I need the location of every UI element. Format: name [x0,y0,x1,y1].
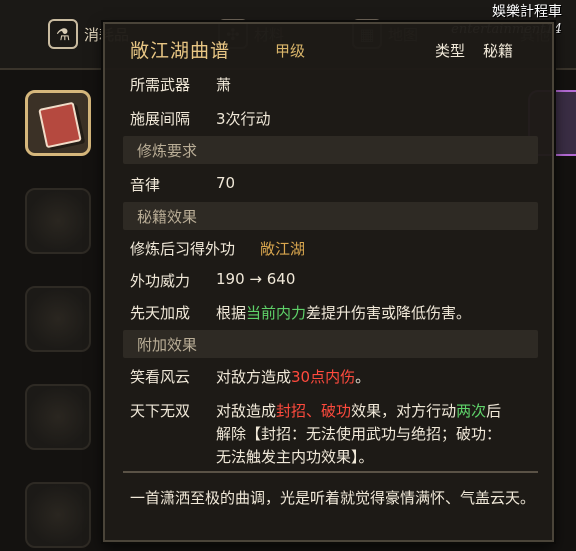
potion-icon: ⚗ [48,19,78,49]
divider [123,471,538,473]
effect2-text: 对敌造成封招、破功效果，对方行动两次后解除【封招：无法使用武功与绝招；破功：无法… [216,400,511,469]
learn-skill-label: 修炼后习得外功 [130,240,236,258]
innate-text-post: 差提升伤害或降低伤害。 [306,304,472,322]
power-label: 外功威力 [130,272,191,290]
innate-text-highlight: 当前内力 [246,304,307,322]
effect2-text-mid: 效果，对方行动 [351,402,457,420]
effect1-text-pre: 对敌方造成 [216,368,292,386]
item-description: 一首潇洒至极的曲调，光是听着就觉得豪情满怀、气盖云天。 [130,489,536,507]
effect2-highlight-turns: 两次 [456,402,487,420]
inventory-slot-selected[interactable] [25,90,91,156]
effect2-highlight-break: 破功 [321,402,352,420]
effect2-separator: 、 [306,402,322,420]
effect1-text-highlight: 30点内伤 [291,368,356,386]
inventory-slot[interactable] [25,384,91,450]
scroll-book-icon [38,101,82,149]
item-tooltip: 敞江湖曲谱 甲级 类型 秘籍 所需武器 萧 施展间隔 3次行动 修炼要求 音律 … [103,22,554,542]
interval-value: 3次行动 [216,110,271,128]
innate-bonus-text: 根据当前内力差提升伤害或降低伤害。 [216,302,471,323]
item-grade: 甲级 [275,42,306,60]
innate-bonus-label: 先天加成 [130,304,191,322]
effect2-highlight-seal: 封招 [276,402,307,420]
effect1-label: 笑看风云 [130,368,191,386]
inventory-slot[interactable] [25,482,91,548]
innate-text-pre: 根据 [216,304,247,322]
effect2-label: 天下无双 [130,402,191,420]
rhythm-label: 音律 [130,176,161,194]
item-type-value: 秘籍 [483,42,514,60]
section-extra-effects: 附加效果 [123,330,538,358]
section-effects: 秘籍效果 [123,202,538,230]
item-title: 敞江湖曲谱 [130,40,231,62]
section-requirements: 修炼要求 [123,136,538,164]
section-title: 修炼要求 [137,142,198,160]
rhythm-value: 70 [216,174,236,192]
section-title: 秘籍效果 [137,208,198,226]
item-type-label: 类型 [435,42,466,60]
power-value: 190 → 640 [216,270,296,288]
inventory-slot[interactable] [25,188,91,254]
interval-label: 施展间隔 [130,110,191,128]
weapon-value: 萧 [216,76,232,94]
inventory-slot[interactable] [25,286,91,352]
effect1-text-post: 。 [355,368,371,386]
section-title: 附加效果 [137,336,198,354]
watermark-line1: 娛樂計程車 [492,4,562,20]
effect2-text-pre: 对敌造成 [216,402,277,420]
effect1-text: 对敌方造成30点内伤。 [216,366,370,387]
weapon-label: 所需武器 [130,76,191,94]
learn-skill-value: 敞江湖 [260,240,306,258]
